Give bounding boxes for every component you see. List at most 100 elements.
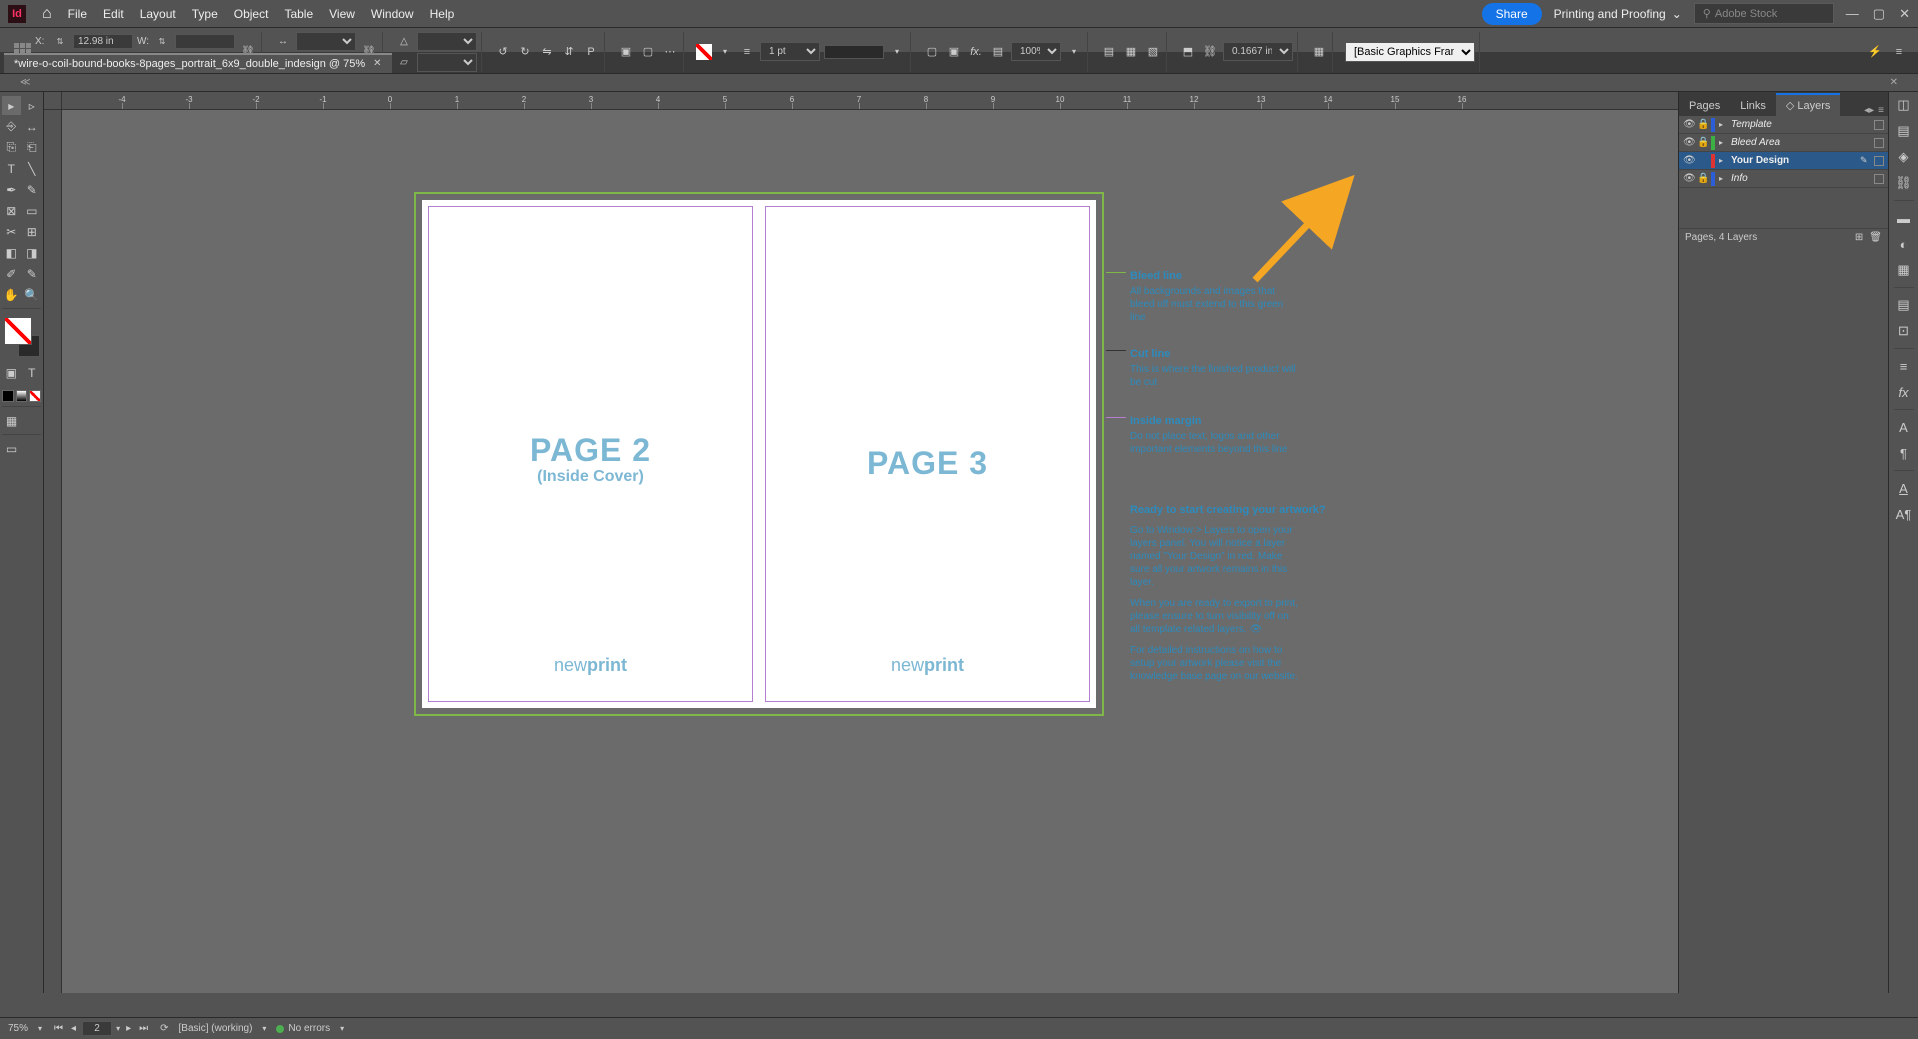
ruler-origin[interactable] xyxy=(44,92,62,110)
preflight-profile[interactable]: [Basic] (working) xyxy=(179,1023,253,1034)
layer-visibility-icon[interactable]: 👁 xyxy=(1683,173,1693,184)
rotate-cw-icon[interactable]: ↻ xyxy=(516,43,534,61)
delete-layer-icon[interactable]: 🗑 xyxy=(1869,232,1882,243)
view-mode-icon[interactable]: ▦ xyxy=(2,411,21,430)
select-container-icon[interactable]: ▢ xyxy=(639,43,657,61)
tab-layers[interactable]: ◇Layers xyxy=(1776,93,1841,116)
cc-libraries-icon[interactable]: ◫ xyxy=(1895,96,1913,114)
more-icon[interactable]: ⋯ xyxy=(661,43,679,61)
text-wrap-none-icon[interactable]: ▤ xyxy=(1100,43,1118,61)
chevron-down-icon[interactable]: ▾ xyxy=(1065,43,1083,61)
p-icon[interactable]: P xyxy=(582,43,600,61)
zoom-tool[interactable]: 🔍 xyxy=(23,285,42,304)
layer-name[interactable]: Bleed Area xyxy=(1731,137,1856,148)
stepper-icon[interactable]: ⇅ xyxy=(51,33,69,51)
layer-row[interactable]: 👁 🔒 ▸ Info xyxy=(1679,170,1888,188)
panel-menu-icon[interactable]: ≡ xyxy=(1890,43,1908,61)
rectangle-tool[interactable]: ▭ xyxy=(23,201,42,220)
text-wrap-bounding-icon[interactable]: ▦ xyxy=(1122,43,1140,61)
autolayout-icon[interactable]: ⚡ xyxy=(1866,43,1884,61)
free-transform-tool[interactable]: ⊞ xyxy=(23,222,42,241)
tab-pages[interactable]: Pages xyxy=(1679,96,1730,116)
layer-name[interactable]: Info xyxy=(1731,173,1856,184)
layer-target-icon[interactable] xyxy=(1874,174,1884,184)
rectangle-frame-tool[interactable]: ⊠ xyxy=(2,201,21,220)
prev-page-icon[interactable]: ◂ xyxy=(69,1023,78,1034)
layer-target-icon[interactable] xyxy=(1874,156,1884,166)
fx-icon[interactable]: fx. xyxy=(967,43,985,61)
menu-table[interactable]: Table xyxy=(284,7,313,21)
page-number-input[interactable] xyxy=(82,1021,112,1036)
menu-file[interactable]: File xyxy=(68,7,87,21)
gradient-feather-tool[interactable]: ◨ xyxy=(23,243,42,262)
search-input[interactable]: ⚲ Adobe Stock xyxy=(1694,3,1834,24)
layer-target-icon[interactable] xyxy=(1874,138,1884,148)
align-icon[interactable]: ▦ xyxy=(1310,43,1328,61)
layer-name[interactable]: Template xyxy=(1731,119,1856,130)
layer-row[interactable]: 👁 ▸ Your Design ✎ xyxy=(1679,152,1888,170)
separations-icon[interactable]: ▤ xyxy=(1895,296,1913,314)
effects-icon[interactable]: fx xyxy=(1895,383,1913,401)
layer-visibility-icon[interactable]: 👁 xyxy=(1683,155,1693,166)
last-page-icon[interactable]: ⏭ xyxy=(137,1023,150,1034)
layer-visibility-icon[interactable]: 👁 xyxy=(1683,119,1693,130)
preflight-status[interactable]: No errors xyxy=(276,1023,330,1034)
para-styles-icon[interactable]: A¶ xyxy=(1895,505,1913,523)
next-page-icon[interactable]: ▸ xyxy=(124,1023,133,1034)
shear-select[interactable] xyxy=(417,53,477,72)
layer-row[interactable]: 👁 🔒 ▸ Bleed Area xyxy=(1679,134,1888,152)
minimize-icon[interactable]: — xyxy=(1846,6,1859,22)
apply-color-icon[interactable] xyxy=(2,390,14,402)
menu-object[interactable]: Object xyxy=(234,7,269,21)
graphics-style-select[interactable]: [Basic Graphics Frame] xyxy=(1345,42,1475,62)
fill-stroke-swatches[interactable] xyxy=(2,313,41,361)
tab-links[interactable]: Links xyxy=(1730,96,1776,116)
expand-icon[interactable]: ≪ xyxy=(20,77,30,88)
gap-tool[interactable]: ↔ xyxy=(23,117,42,136)
menu-help[interactable]: Help xyxy=(430,7,455,21)
trap-icon[interactable]: ⊡ xyxy=(1895,322,1913,340)
text-wrap-shape-icon[interactable]: ▧ xyxy=(1144,43,1162,61)
fill-swatch[interactable] xyxy=(696,44,712,60)
chevron-down-icon[interactable]: ▾ xyxy=(888,43,906,61)
new-layer-icon[interactable]: ⊞ xyxy=(1855,232,1863,243)
screen-mode-icon[interactable]: ▭ xyxy=(2,439,21,458)
gap-select[interactable]: 0.1667 in xyxy=(1223,42,1293,61)
menu-edit[interactable]: Edit xyxy=(103,7,124,21)
chevron-down-icon[interactable]: ▾ xyxy=(262,1024,266,1033)
formatting-text-icon[interactable]: T xyxy=(23,363,42,382)
layer-visibility-icon[interactable]: 👁 xyxy=(1683,137,1693,148)
apply-gradient-icon[interactable] xyxy=(16,390,28,402)
stroke-icon[interactable]: ▬ xyxy=(1895,209,1913,227)
canvas[interactable]: -4-3-2-1012345678910111213141516 PAGE 2 … xyxy=(44,92,1678,993)
panel-collapse-icon[interactable]: ◂▸ xyxy=(1864,105,1874,116)
layer-expand-icon[interactable]: ▸ xyxy=(1719,174,1727,183)
layer-lock-icon[interactable]: 🔒 xyxy=(1697,137,1707,148)
apply-none-icon[interactable] xyxy=(29,390,41,402)
note-tool[interactable]: ✐ xyxy=(2,264,21,283)
flip-v-icon[interactable]: ⇵ xyxy=(560,43,578,61)
layer-lock-icon[interactable]: 🔒 xyxy=(1697,173,1707,184)
gradient-swatch-tool[interactable]: ◧ xyxy=(2,243,21,262)
links-icon[interactable]: ⛓ xyxy=(1895,174,1913,192)
paragraph-icon[interactable]: ¶ xyxy=(1895,444,1913,462)
direct-selection-tool[interactable]: ▹ xyxy=(23,96,42,115)
x-input[interactable] xyxy=(73,34,133,49)
layer-target-icon[interactable] xyxy=(1874,120,1884,130)
zoom-level[interactable]: 75% xyxy=(8,1023,28,1034)
hand-tool[interactable]: ✋ xyxy=(2,285,21,304)
menu-layout[interactable]: Layout xyxy=(140,7,176,21)
menu-type[interactable]: Type xyxy=(192,7,218,21)
pencil-tool[interactable]: ✎ xyxy=(23,180,42,199)
layer-row[interactable]: 👁 🔒 ▸ Template xyxy=(1679,116,1888,134)
first-page-icon[interactable]: ⏮ xyxy=(52,1023,65,1034)
corner-options-icon[interactable]: ⬒ xyxy=(1179,43,1197,61)
document-tab[interactable]: *wire-o-coil-bound-books-8pages_portrait… xyxy=(4,53,392,73)
selection-tool[interactable]: ▸ xyxy=(2,96,21,115)
scale-x-select[interactable] xyxy=(296,32,356,51)
align-panel-icon[interactable]: ≡ xyxy=(1895,357,1913,375)
vertical-ruler[interactable] xyxy=(44,110,62,993)
content-collector-tool[interactable]: ⎘ xyxy=(2,138,21,157)
fit-content-icon[interactable]: ▣ xyxy=(945,43,963,61)
auto-fit-icon[interactable]: ▢ xyxy=(923,43,941,61)
